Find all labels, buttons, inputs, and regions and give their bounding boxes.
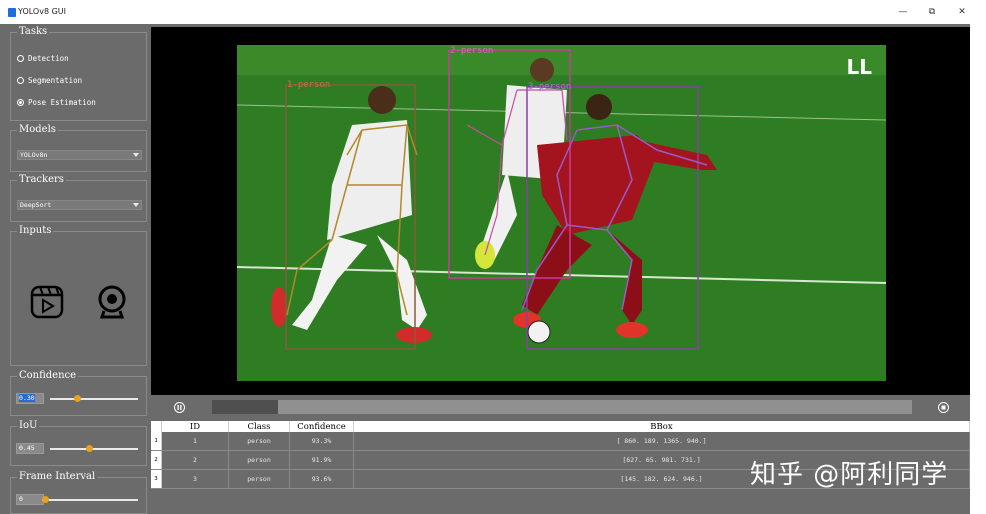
models-group: Models YOLOv8n bbox=[10, 124, 147, 172]
settings-sidebar: Tasks Detection Segmentation Pose Estima… bbox=[0, 24, 151, 514]
right-scrollbar[interactable] bbox=[970, 24, 986, 514]
webcam-icon[interactable] bbox=[95, 285, 129, 321]
radio-circle-icon bbox=[17, 76, 24, 84]
bbox-label-2: 2-person bbox=[450, 46, 493, 56]
cell-id: 3 bbox=[161, 469, 229, 489]
cell-confidence: 93.3% bbox=[289, 432, 354, 451]
tasks-group: Tasks Detection Segmentation Pose Estima… bbox=[10, 26, 147, 121]
chevron-down-icon bbox=[133, 153, 139, 157]
frame-interval-group: Frame Interval 0 bbox=[10, 471, 147, 514]
confidence-slider[interactable] bbox=[50, 395, 138, 402]
slider-handle[interactable] bbox=[42, 496, 49, 503]
video-frame: 1-person 2-person 3-person LL bbox=[237, 45, 886, 381]
iou-slider[interactable] bbox=[50, 445, 138, 452]
inputs-group: Inputs bbox=[10, 225, 147, 366]
cell-class: person bbox=[228, 450, 290, 470]
cell-confidence: 93.6% bbox=[289, 469, 354, 489]
row-number: 3 bbox=[151, 469, 162, 489]
frame-interval-slider[interactable] bbox=[42, 496, 138, 503]
play-pause-button[interactable] bbox=[174, 402, 185, 413]
cell-id: 1 bbox=[161, 432, 229, 451]
iou-title: IoU bbox=[17, 420, 40, 432]
window-title: YOLOv8 GUI bbox=[18, 7, 66, 16]
column-header-id[interactable]: ID bbox=[161, 421, 229, 432]
column-header-confidence[interactable]: Confidence bbox=[289, 421, 354, 432]
slider-handle[interactable] bbox=[86, 445, 93, 452]
video-file-icon[interactable] bbox=[30, 285, 64, 319]
row-number: 2 bbox=[151, 450, 162, 470]
task-radio-detection[interactable]: Detection bbox=[17, 52, 69, 64]
task-radio-segmentation[interactable]: Segmentation bbox=[17, 74, 82, 86]
maximize-button[interactable]: ⧉ bbox=[921, 4, 943, 20]
watermark-text: 知乎 @阿利同学 bbox=[750, 460, 949, 490]
confidence-spinbox[interactable]: 0.30 bbox=[16, 393, 44, 404]
row-number-header bbox=[151, 421, 162, 432]
video-display: 1-person 2-person 3-person LL bbox=[151, 27, 970, 395]
video-progress-fill bbox=[212, 400, 278, 414]
close-button[interactable]: ✕ bbox=[951, 4, 973, 20]
trackers-group: Trackers DeepSort bbox=[10, 174, 147, 222]
cell-class: person bbox=[228, 432, 290, 451]
bbox-label-1: 1-person bbox=[287, 80, 330, 90]
column-header-bbox[interactable]: BBox bbox=[353, 421, 970, 432]
row-number: 1 bbox=[151, 432, 162, 451]
video-progress-bar[interactable] bbox=[212, 400, 912, 414]
iou-spinbox[interactable]: 0.45 bbox=[16, 443, 44, 454]
table-header-row: ID Class Confidence BBox bbox=[151, 421, 970, 432]
cell-class: person bbox=[228, 469, 290, 489]
confidence-title: Confidence bbox=[17, 370, 79, 382]
chevron-down-icon bbox=[133, 203, 139, 207]
title-bar: YOLOv8 GUI — ⧉ ✕ bbox=[0, 0, 986, 24]
minimize-button[interactable]: — bbox=[892, 4, 914, 20]
table-row[interactable]: 1 1 person 93.3% [ 860. 189. 1365. 940.] bbox=[151, 432, 970, 451]
models-title: Models bbox=[17, 124, 58, 136]
task-radio-pose-estimation[interactable]: Pose Estimation bbox=[17, 96, 96, 108]
pose-scene: 1-person 2-person 3-person bbox=[237, 45, 886, 381]
slider-handle[interactable] bbox=[74, 395, 81, 402]
column-header-class[interactable]: Class bbox=[228, 421, 290, 432]
cell-id: 2 bbox=[161, 450, 229, 470]
app-icon bbox=[8, 8, 16, 17]
trackers-title: Trackers bbox=[17, 174, 66, 186]
confidence-group: Confidence 0.30 bbox=[10, 370, 147, 416]
main-area: 1-person 2-person 3-person LL ID Class C… bbox=[151, 24, 970, 514]
cell-bbox: [ 860. 189. 1365. 940.] bbox=[353, 432, 970, 451]
frame-interval-title: Frame Interval bbox=[17, 471, 98, 483]
tracker-select[interactable]: DeepSort bbox=[17, 200, 142, 210]
tasks-title: Tasks bbox=[17, 26, 50, 38]
radio-checked-icon bbox=[17, 98, 24, 106]
model-select[interactable]: YOLOv8n bbox=[17, 150, 142, 160]
logo-icon: LL bbox=[846, 55, 873, 79]
stop-button[interactable] bbox=[938, 402, 949, 413]
cell-confidence: 91.9% bbox=[289, 450, 354, 470]
radio-circle-icon bbox=[17, 54, 24, 62]
pause-icon bbox=[177, 405, 182, 410]
iou-group: IoU 0.45 bbox=[10, 420, 147, 466]
inputs-title: Inputs bbox=[17, 225, 54, 237]
stop-icon bbox=[941, 405, 946, 410]
frame-interval-spinbox[interactable]: 0 bbox=[16, 494, 44, 505]
